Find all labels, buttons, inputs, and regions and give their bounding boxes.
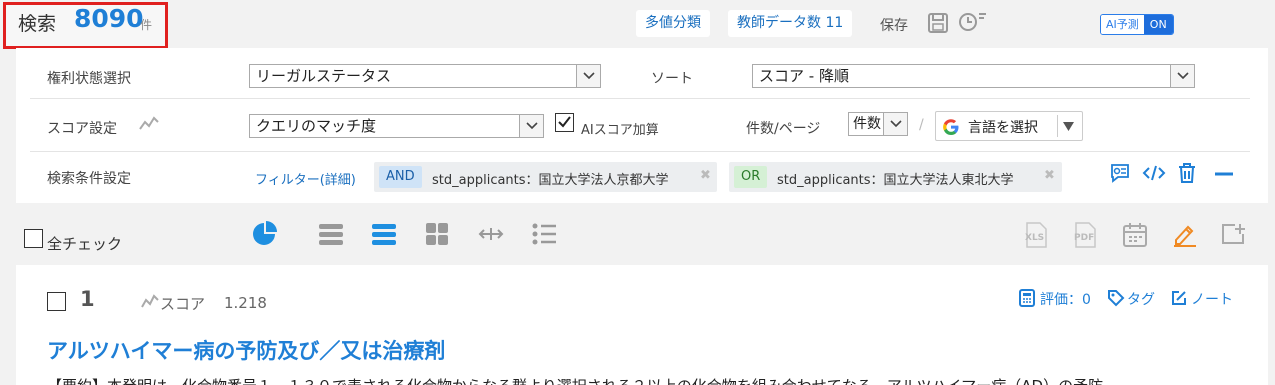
tag-icon[interactable] [1107, 289, 1125, 311]
trash-icon[interactable] [1176, 161, 1198, 189]
rating-link[interactable]: 評価：0 [1040, 289, 1091, 309]
grid-view-icon[interactable] [425, 222, 449, 250]
filter-detail-link[interactable]: フィルター(詳細) [255, 169, 356, 188]
list-view-compact-icon[interactable] [318, 223, 344, 249]
triangle-down-icon [1063, 122, 1074, 131]
bullet-list-icon[interactable] [532, 222, 558, 250]
score-settings-label: スコア設定 [47, 121, 117, 137]
pdf-export-icon[interactable]: PDF [1071, 221, 1099, 253]
svg-text:XLS: XLS [1025, 233, 1044, 243]
score-value: クエリのマッチ度 [256, 117, 377, 135]
check-all-label: 全チェック [47, 235, 123, 253]
result-abstract: 【要約】本発明は、化合物番号１、１３０で表される化合物からなる群より選択される２… [47, 375, 1247, 385]
calendar-icon[interactable] [1122, 222, 1148, 252]
score-trend-icon [138, 114, 160, 136]
code-icon[interactable] [1142, 164, 1166, 186]
per-page-select[interactable]: 件数 [848, 112, 908, 136]
result-checkbox[interactable] [47, 292, 66, 311]
ai-score-label: AIスコア加算 [581, 123, 659, 138]
tag-text: std_applicants：国立大学法人京都大学 [432, 173, 669, 188]
result-count-unit: 件 [140, 18, 153, 32]
add-window-icon[interactable] [1221, 222, 1247, 250]
per-page-label: 件数/ページ [746, 121, 821, 137]
chevron-down-icon [519, 115, 543, 137]
filter-tag-and[interactable]: AND std_applicants：国立大学法人京都大学 ✖ [374, 162, 717, 192]
result-title-link[interactable]: アルツハイマー病の予防及び／又は治療剤 [47, 335, 445, 365]
result-index: 1 [80, 287, 95, 311]
calculator-icon[interactable] [1018, 289, 1036, 311]
note-link[interactable]: ノート [1191, 289, 1233, 309]
compare-arrows-icon[interactable] [478, 225, 504, 247]
save-icon[interactable] [927, 12, 949, 38]
chevron-down-icon [1170, 65, 1194, 87]
separator-slash: / [919, 117, 924, 133]
check-all-checkbox[interactable] [24, 229, 43, 248]
svg-text:PDF: PDF [1074, 233, 1094, 243]
tag-text: std_applicants：国立大学法人東北大学 [777, 173, 1014, 188]
close-icon[interactable]: ✖ [1044, 168, 1055, 183]
sort-select[interactable]: スコア - 降順 [752, 64, 1195, 88]
filter-tag-or[interactable]: OR std_applicants：国立大学法人東北大学 ✖ [729, 162, 1062, 192]
per-page-value: 件数 [853, 116, 881, 132]
tag-operator: AND [379, 166, 422, 188]
result-card [16, 265, 1268, 385]
ai-prediction-label: AI予測 [1101, 15, 1144, 34]
tag-link[interactable]: タグ [1127, 289, 1155, 309]
divider [30, 98, 1250, 99]
query-icon[interactable] [1108, 162, 1132, 188]
rights-status-select[interactable]: リーガルステータス [249, 64, 601, 88]
score-value: 1.218 [224, 294, 267, 312]
score-trend-icon [140, 293, 160, 313]
ai-prediction-state: ON [1143, 15, 1173, 34]
google-language-select[interactable]: 言語を選択 [935, 111, 1083, 141]
rights-status-label: 権利状態選択 [47, 71, 131, 87]
page-title: 検索 [18, 13, 57, 35]
history-icon[interactable] [958, 10, 988, 38]
tag-operator: OR [734, 166, 768, 188]
list-view-selected-icon[interactable] [371, 223, 397, 249]
minus-icon[interactable] [1213, 163, 1235, 189]
rights-status-value: リーガルステータス [256, 67, 392, 85]
ai-prediction-toggle[interactable]: AI予測 ON [1100, 14, 1174, 35]
multivalue-classification-button[interactable]: 多値分類 [636, 10, 710, 37]
google-icon [943, 119, 959, 135]
chevron-down-icon [883, 113, 907, 135]
divider [1057, 115, 1058, 137]
sort-value: スコア - 降順 [759, 67, 849, 85]
chevron-down-icon [576, 65, 600, 87]
score-label: スコア [160, 295, 206, 313]
ai-score-checkbox[interactable] [555, 113, 574, 132]
search-condition-label: 検索条件設定 [47, 171, 131, 187]
edit-icon[interactable] [1172, 221, 1198, 251]
teacher-data-count-button[interactable]: 教師データ数 11 [728, 10, 853, 37]
xls-export-icon[interactable]: XLS [1022, 221, 1050, 253]
language-label: 言語を選択 [968, 120, 1038, 136]
score-select[interactable]: クエリのマッチ度 [249, 114, 544, 138]
pie-chart-icon[interactable] [251, 221, 277, 251]
result-count: 8090 [74, 4, 144, 33]
sort-label: ソート [651, 71, 693, 87]
divider [30, 151, 1250, 152]
close-icon[interactable]: ✖ [700, 168, 711, 183]
save-label: 保存 [880, 18, 908, 34]
note-edit-icon[interactable] [1170, 289, 1188, 311]
